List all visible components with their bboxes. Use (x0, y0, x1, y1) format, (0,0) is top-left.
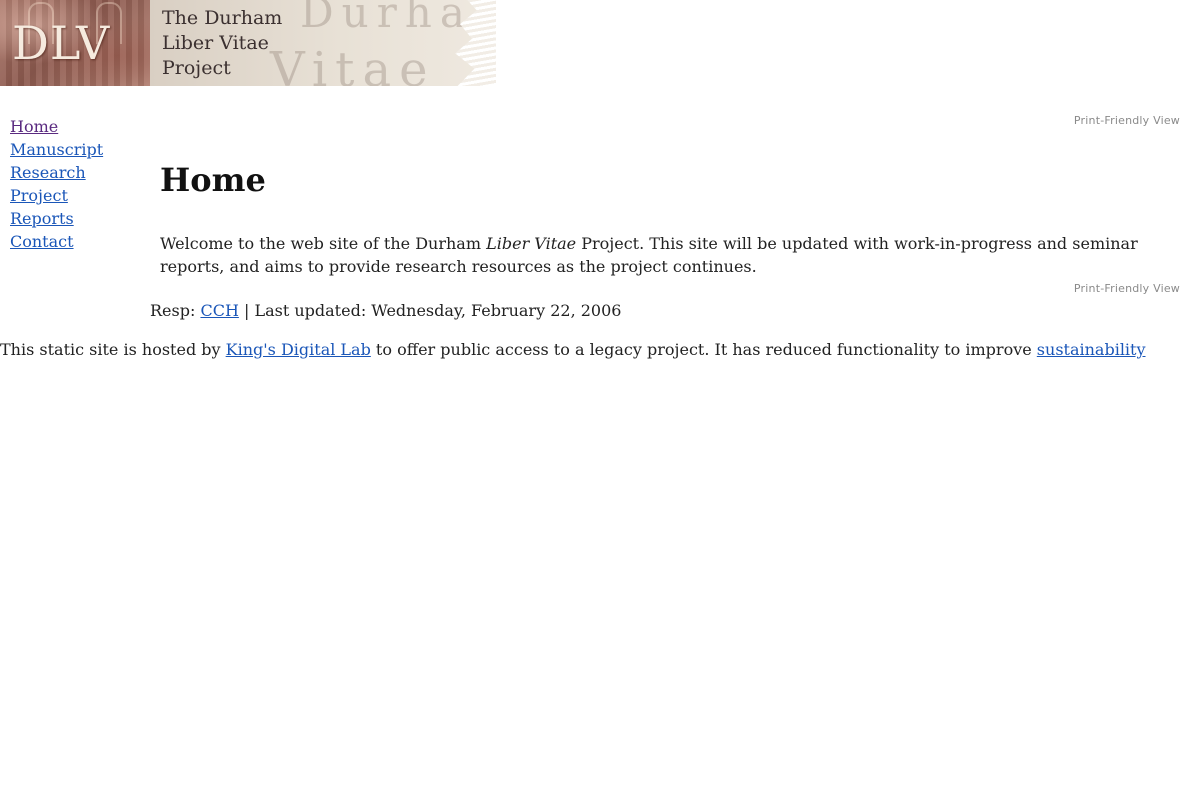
sidebar-item-manuscript[interactable]: Manuscript (10, 138, 140, 161)
resp-label: Resp: (150, 301, 201, 320)
last-updated-date: Wednesday, February 22, 2006 (371, 301, 622, 320)
sidebar-item-project[interactable]: Project (10, 184, 140, 207)
hosting-text: to offer public access to a legacy proje… (370, 340, 1037, 359)
sidebar-item-research[interactable]: Research (10, 161, 140, 184)
intro-text: Welcome to the web site of the Durham (160, 234, 487, 253)
footer-separator: | (238, 301, 255, 320)
kings-digital-lab-link[interactable]: King's Digital Lab (226, 340, 371, 359)
sidebar-nav: Home Manuscript Research Project Reports… (10, 115, 140, 253)
banner-ghost-text: Vitae (270, 42, 436, 86)
site-title: The Durham Liber Vitae Project (162, 6, 282, 81)
hosting-text: This static site is hosted by (0, 340, 226, 359)
intro-italic-title: Liber Vitae (486, 234, 577, 253)
site-title-line: Project (162, 57, 231, 79)
main-content: Home Welcome to the web site of the Durh… (160, 158, 1180, 278)
page-footer-info: Resp: CCH | Last updated: Wednesday, Feb… (150, 300, 621, 322)
banner-title-panel: Durham Vitae The Durham Liber Vitae Proj… (150, 0, 496, 86)
sidebar-item-reports[interactable]: Reports (10, 207, 140, 230)
site-banner[interactable]: DLV Durham Vitae The Durham Liber Vitae … (0, 0, 496, 86)
sustainability-link[interactable]: sustainability (1037, 340, 1146, 359)
print-friendly-link-top[interactable]: Print-Friendly View (1074, 114, 1180, 127)
hosting-notice: This static site is hosted by King's Dig… (0, 339, 1146, 361)
banner-manuscript-image: DLV (0, 0, 150, 86)
resp-link-cch[interactable]: CCH (200, 301, 238, 320)
site-title-line: Liber Vitae (162, 32, 269, 54)
site-title-line: The Durham (162, 7, 283, 29)
print-friendly-link-bottom[interactable]: Print-Friendly View (1074, 282, 1180, 295)
sidebar-item-contact[interactable]: Contact (10, 230, 140, 253)
intro-paragraph: Welcome to the web site of the Durham Li… (160, 232, 1180, 278)
page-title: Home (160, 161, 266, 199)
sidebar-item-home[interactable]: Home (10, 115, 140, 138)
last-updated-label: Last updated: (254, 301, 372, 320)
site-logo: DLV (12, 16, 111, 70)
